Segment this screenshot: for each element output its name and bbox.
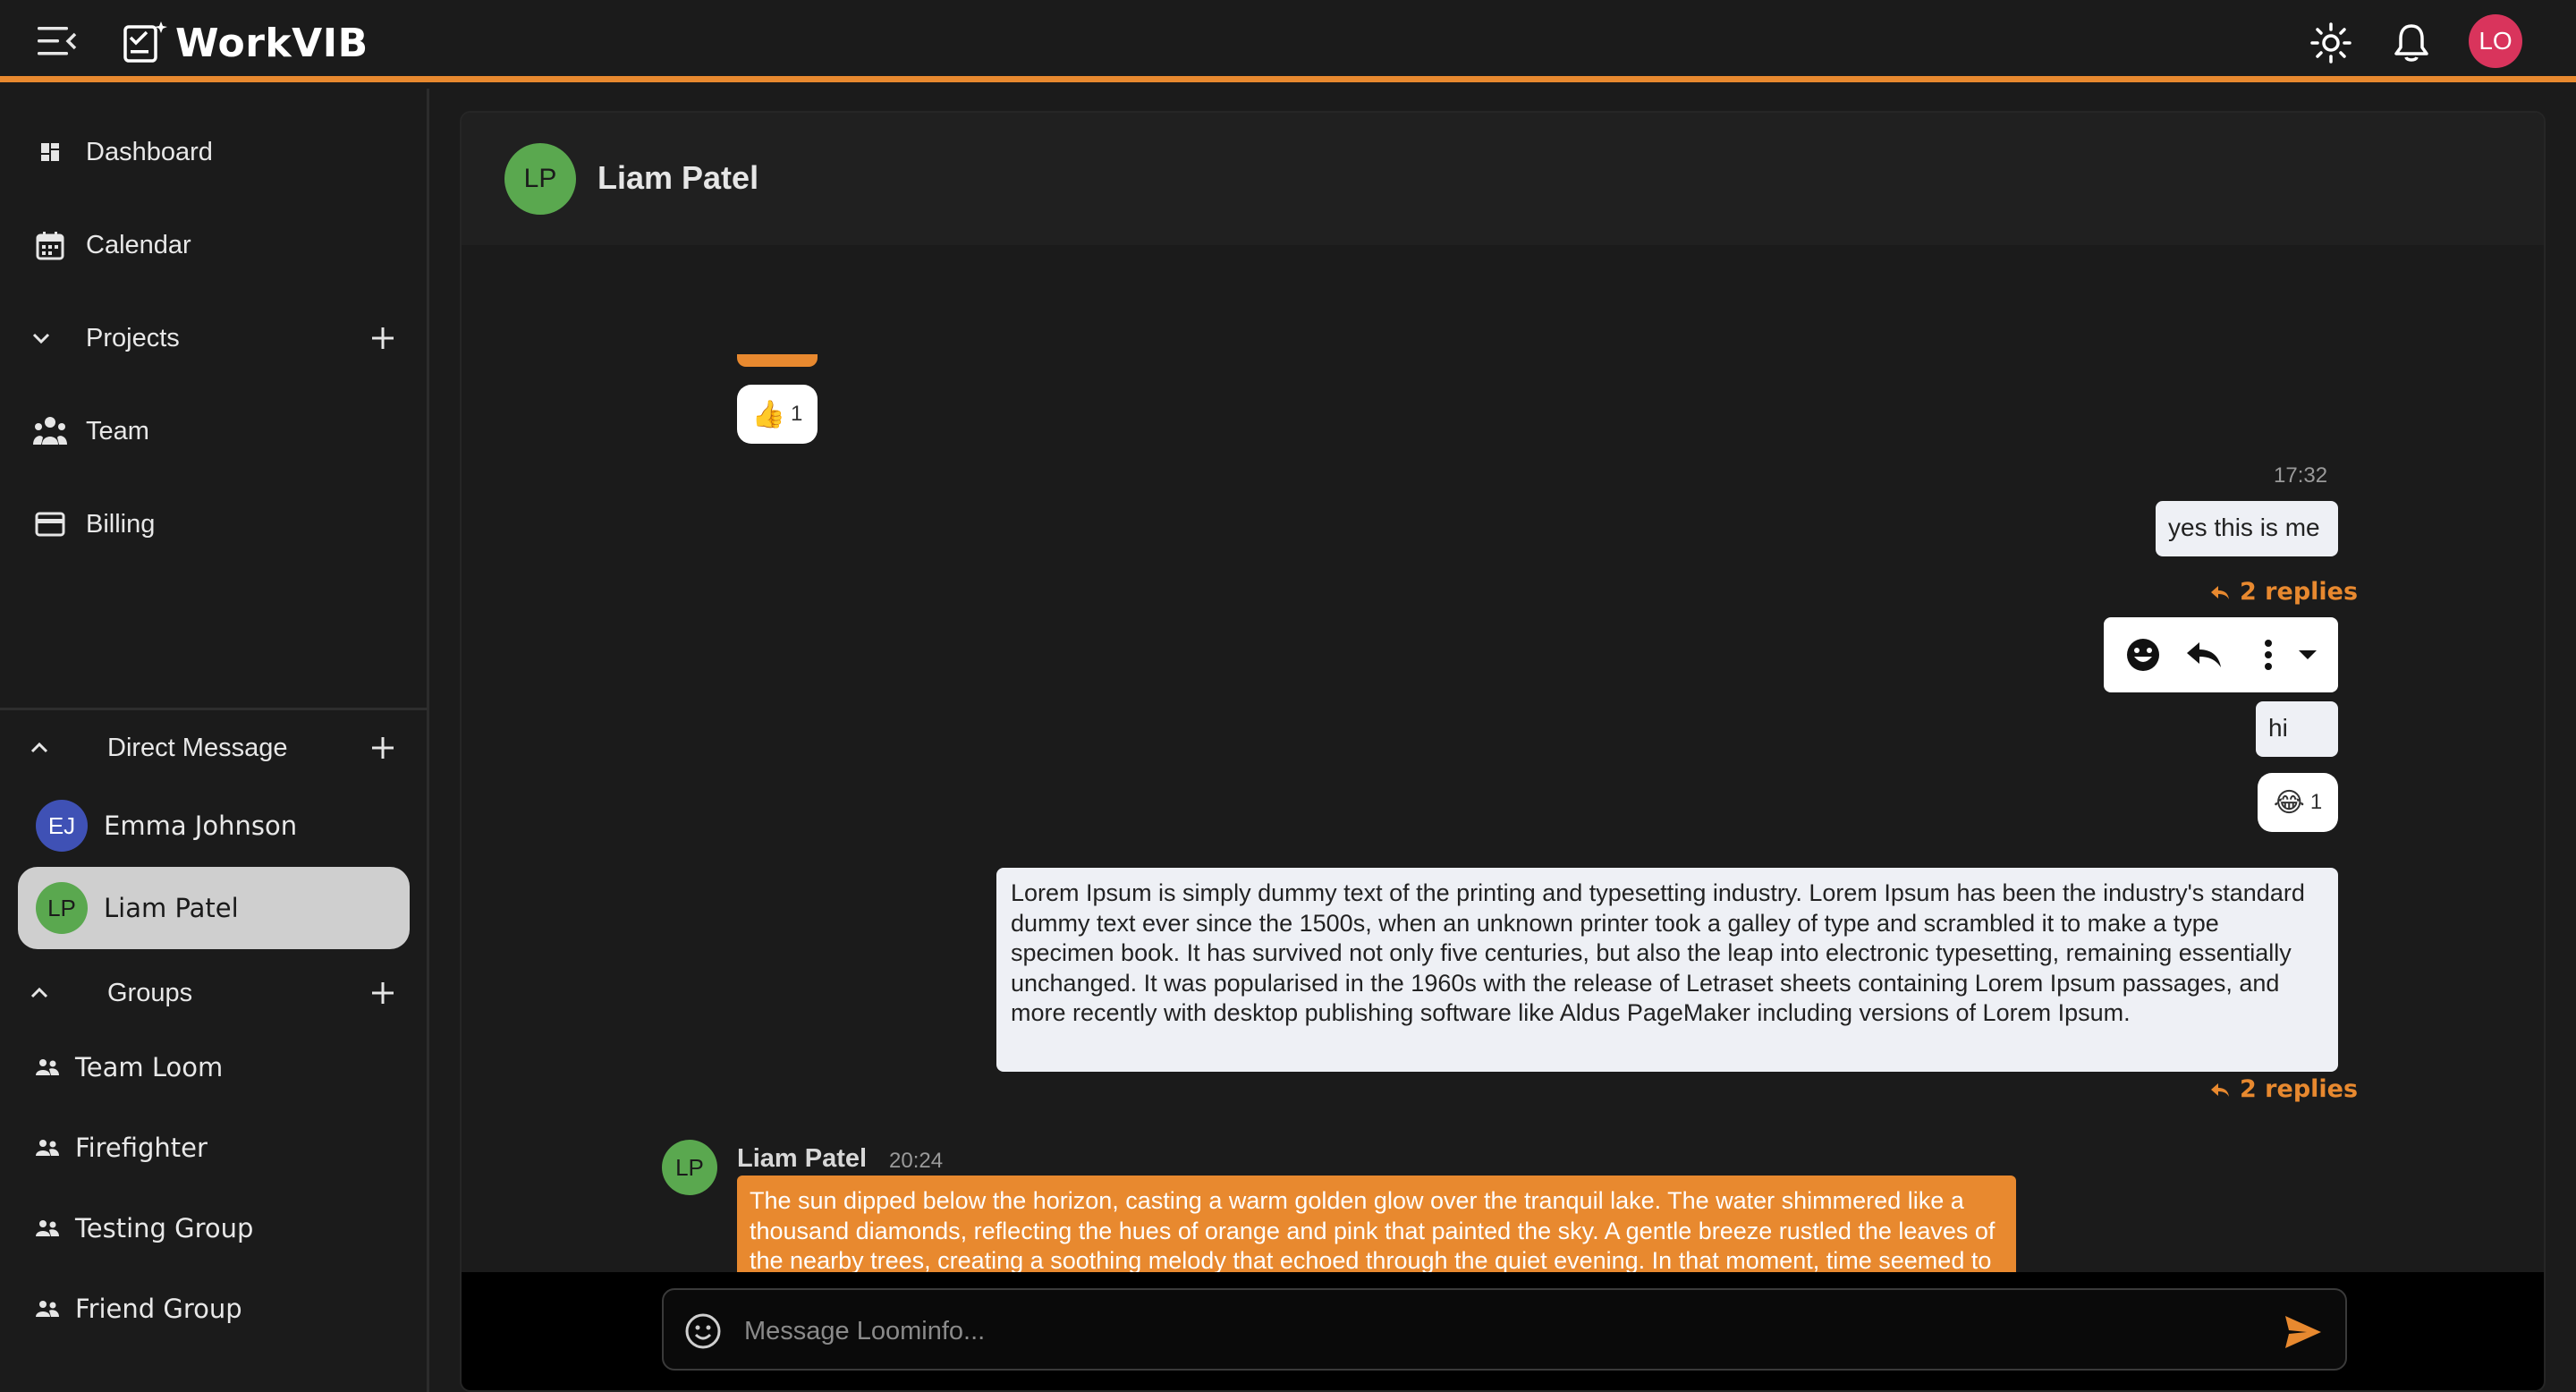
send-icon[interactable] [2281, 1310, 2326, 1354]
dashboard-icon [32, 134, 68, 170]
message-bubble-cropped [737, 354, 818, 367]
group-icon [34, 1215, 61, 1242]
laughing-emoji: 😂 [2273, 786, 2305, 819]
message-bubble[interactable]: hi [2256, 701, 2338, 757]
sender-name: Liam Patel [737, 1144, 868, 1173]
composer-bar [462, 1272, 2544, 1390]
group-item-friend-group[interactable]: Friend Group [0, 1273, 428, 1345]
reply-icon [2211, 585, 2229, 599]
message-time: 20:24 [889, 1149, 944, 1173]
sidebar-item-team[interactable]: Team [0, 391, 428, 471]
message-composer [662, 1288, 2347, 1371]
chat-panel: LP Liam Patel 👍 1 17:32 yes this is me 2… [460, 111, 2546, 1392]
group-icon [34, 1134, 61, 1161]
message-input[interactable] [744, 1306, 2211, 1356]
avatar: LP [36, 882, 88, 934]
bell-icon[interactable] [2386, 18, 2436, 68]
dm-name: Liam Patel [104, 893, 239, 923]
sidebar-item-label: Projects [86, 323, 180, 352]
direct-message-header[interactable]: Direct Message [0, 717, 428, 779]
menu-collapse-icon[interactable] [36, 23, 79, 59]
calendar-icon [32, 227, 68, 263]
reaction-count: 1 [791, 402, 803, 426]
section-title: Groups [107, 978, 193, 1007]
user-avatar[interactable]: LO [2469, 14, 2522, 68]
add-direct-message-icon[interactable] [365, 730, 401, 766]
group-name: Friend Group [75, 1294, 242, 1324]
replies-link[interactable]: 2 replies [2209, 578, 2358, 606]
team-icon [32, 413, 68, 449]
dm-item-liam-patel[interactable]: LP Liam Patel [18, 867, 410, 949]
sun-icon[interactable] [2306, 18, 2356, 68]
avatar[interactable]: LP [662, 1140, 717, 1195]
more-options-icon[interactable] [2247, 633, 2290, 676]
emoji-picker-icon[interactable] [683, 1311, 723, 1351]
message-list[interactable]: 👍 1 17:32 yes this is me 2 replies hi 😂 … [462, 245, 2544, 1381]
reaction-chip[interactable]: 👍 1 [737, 385, 818, 444]
sidebar-divider [0, 708, 428, 710]
chat-title[interactable]: Liam Patel [597, 159, 758, 197]
add-project-icon[interactable] [365, 320, 401, 356]
brand[interactable]: WorkVIB [122, 16, 369, 70]
group-name: Team Loom [75, 1052, 224, 1082]
groups-header[interactable]: Groups [0, 962, 428, 1024]
message-actions-toolbar [2104, 617, 2338, 692]
replies-count: 2 replies [2240, 1075, 2359, 1103]
group-name: Testing Group [75, 1213, 254, 1243]
group-item-team-loom[interactable]: Team Loom [0, 1031, 428, 1103]
top-bar: WorkVIB LO [0, 0, 2576, 82]
reaction-count: 1 [2309, 790, 2323, 814]
chat-header: LP Liam Patel [462, 113, 2544, 245]
reply-icon[interactable] [2182, 633, 2225, 676]
app-root: WorkVIB LO Dashboard Calendar Projects T… [0, 0, 2576, 1392]
message-time: 17:32 [2274, 463, 2328, 488]
sidebar-item-label: Dashboard [86, 137, 213, 166]
caret-down-icon[interactable] [2286, 633, 2329, 676]
sidebar: Dashboard Calendar Projects Team Billing… [0, 89, 429, 1392]
dm-item-emma-johnson[interactable]: EJ Emma Johnson [18, 785, 410, 867]
chevron-down-icon [23, 320, 59, 356]
sidebar-item-dashboard[interactable]: Dashboard [0, 112, 428, 192]
sidebar-item-calendar[interactable]: Calendar [0, 205, 428, 285]
reaction-chip[interactable]: 😂 1 [2258, 773, 2338, 832]
group-icon [34, 1054, 61, 1081]
emoji-reaction-icon[interactable] [2122, 633, 2165, 676]
sidebar-item-label: Calendar [86, 230, 191, 259]
chevron-up-icon [25, 734, 54, 762]
dm-name: Emma Johnson [104, 811, 298, 841]
sidebar-item-billing[interactable]: Billing [0, 484, 428, 564]
edit-note-icon [122, 18, 168, 69]
thumbs-up-emoji: 👍 [751, 398, 785, 430]
reply-icon [2211, 1082, 2229, 1097]
add-group-icon[interactable] [365, 975, 401, 1011]
message-bubble[interactable]: Lorem Ipsum is simply dummy text of the … [996, 868, 2338, 1072]
group-item-firefighter[interactable]: Firefighter [0, 1112, 428, 1184]
message-bubble[interactable]: yes this is me [2156, 501, 2338, 556]
group-item-testing-group[interactable]: Testing Group [0, 1193, 428, 1264]
group-icon [34, 1295, 61, 1322]
replies-count: 2 replies [2240, 578, 2359, 606]
brand-name: WorkVIB [175, 20, 369, 66]
replies-link[interactable]: 2 replies [2209, 1075, 2358, 1103]
sidebar-item-label: Team [86, 416, 149, 446]
avatar[interactable]: LP [504, 143, 576, 215]
avatar: EJ [36, 800, 88, 852]
chevron-up-icon [25, 979, 54, 1007]
section-title: Direct Message [107, 733, 288, 762]
group-name: Firefighter [75, 1133, 208, 1163]
sidebar-item-label: Billing [86, 509, 156, 539]
sidebar-item-projects[interactable]: Projects [0, 298, 428, 378]
credit-card-icon [32, 506, 68, 542]
